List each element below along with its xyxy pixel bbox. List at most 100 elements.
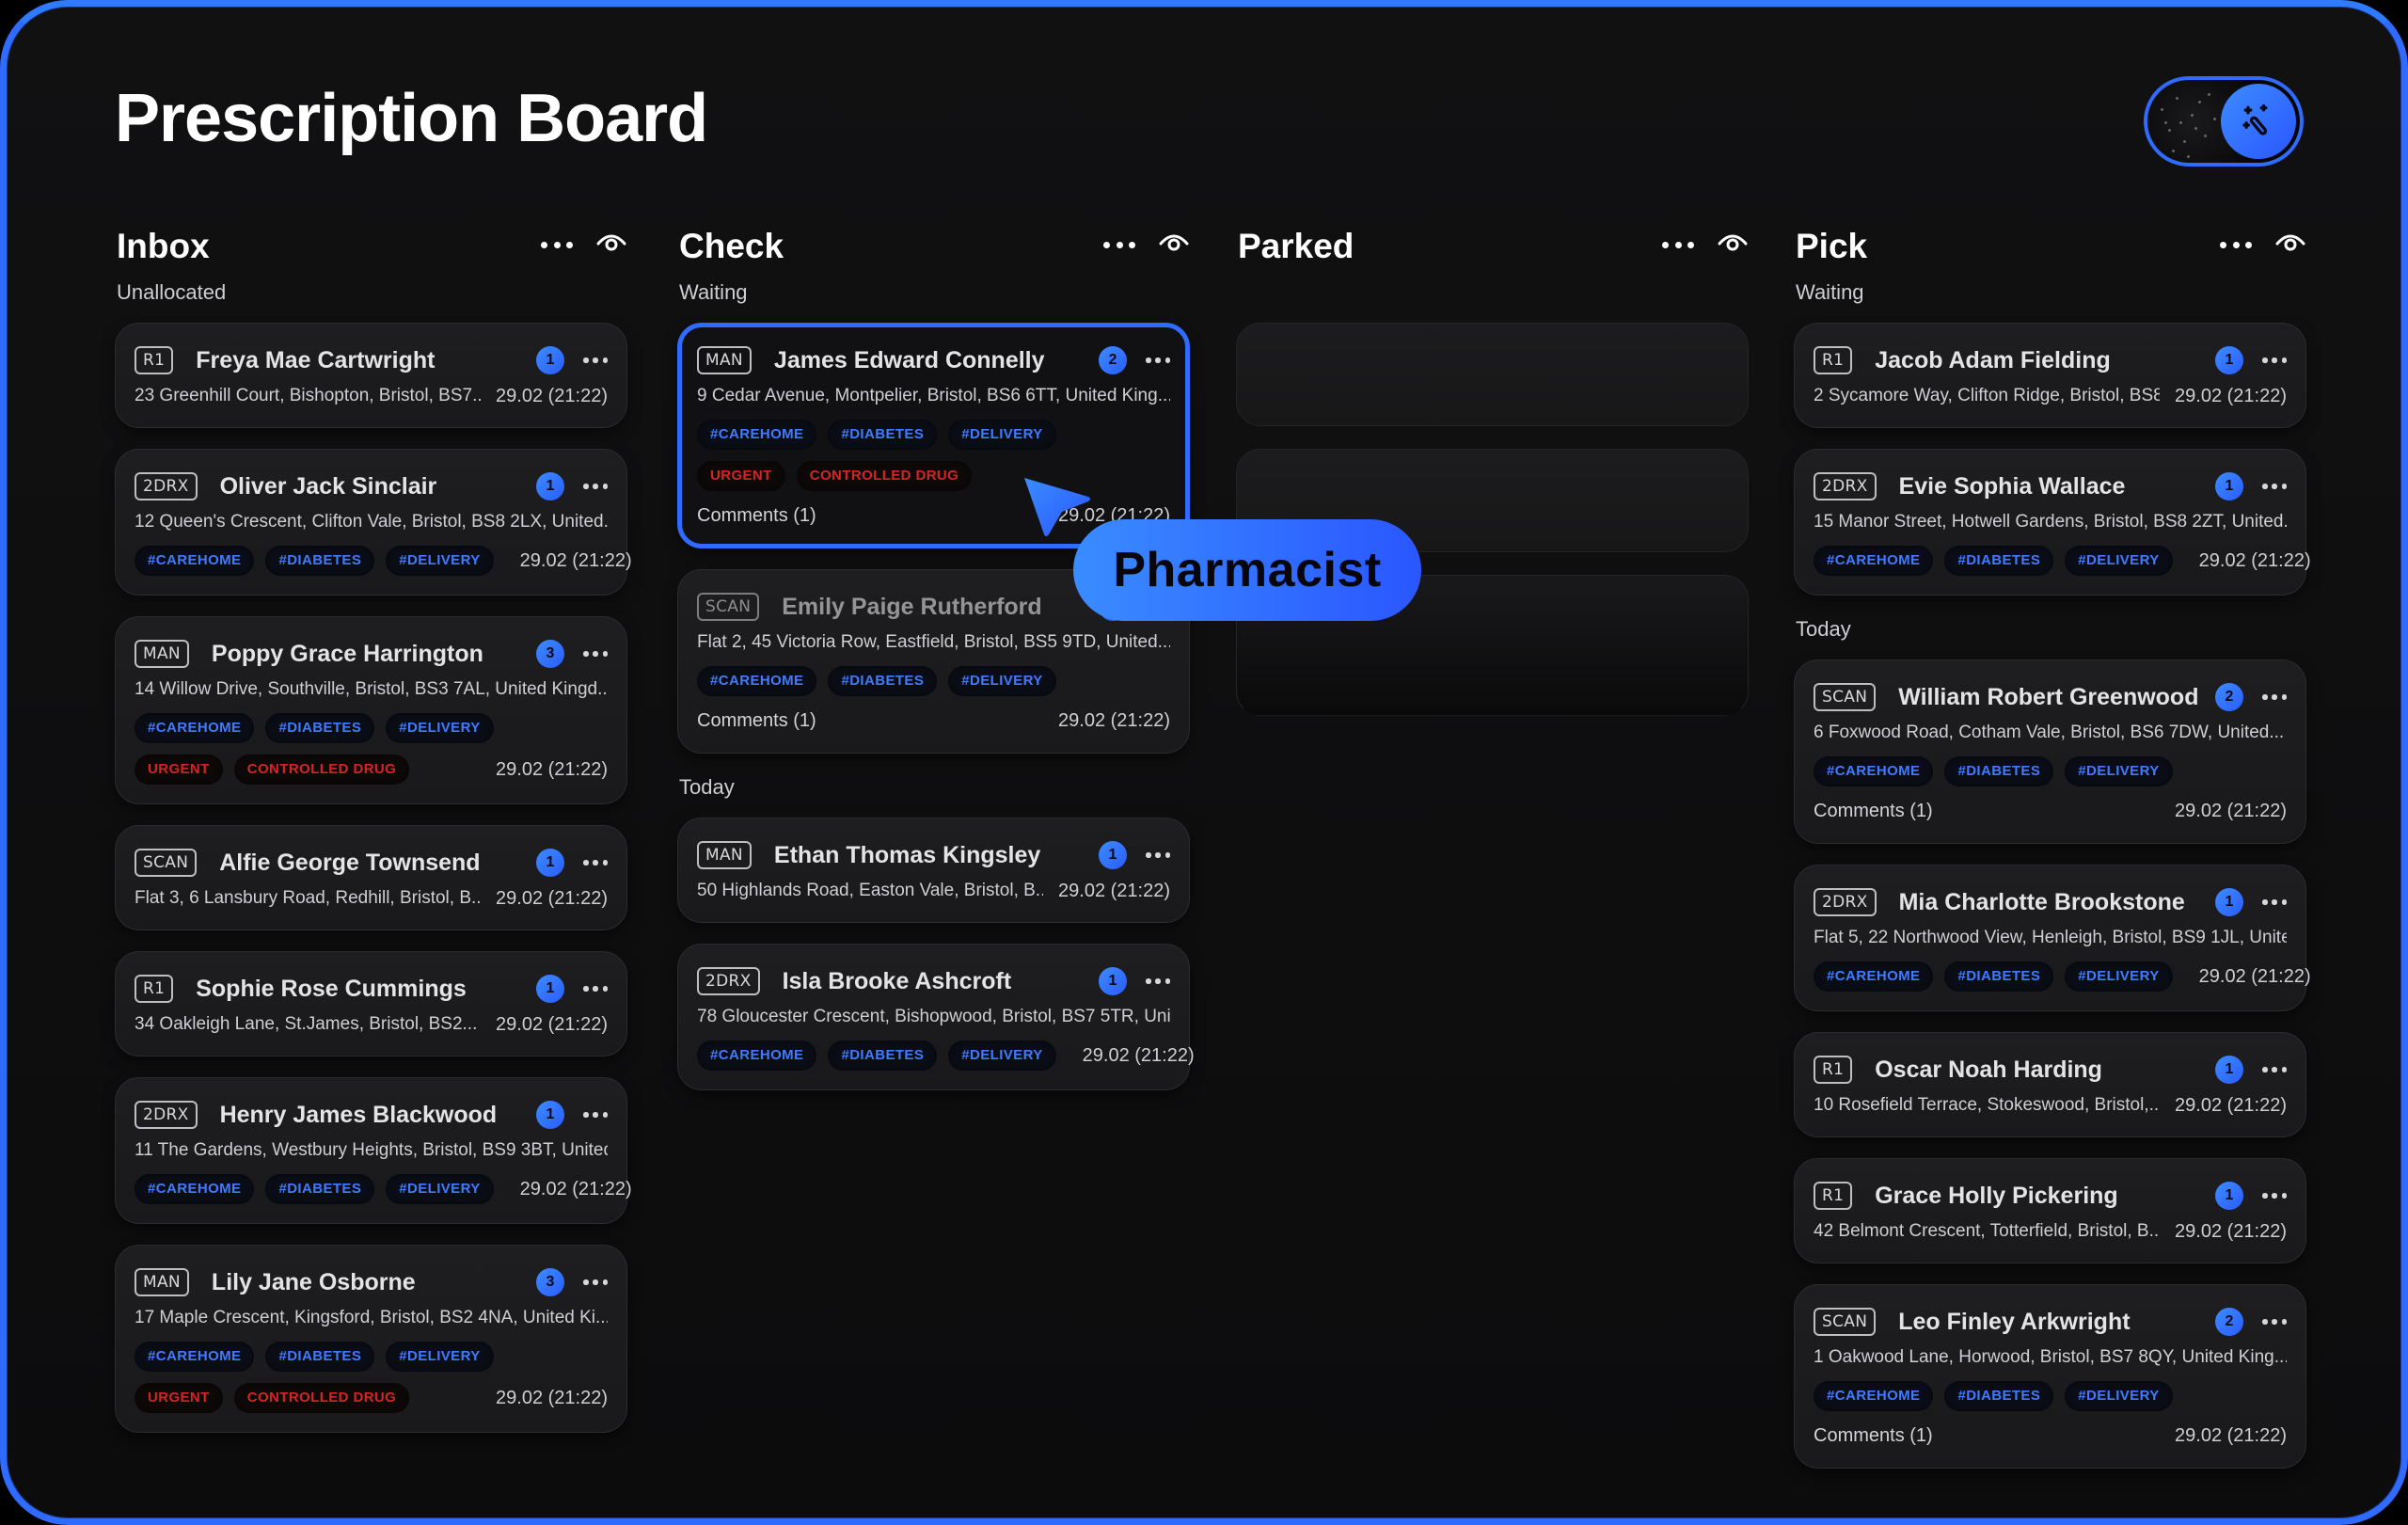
hashtag-chip[interactable]: #DIABETES [1944, 1381, 2054, 1411]
card-more-options-icon[interactable] [1146, 846, 1170, 865]
section-label: Waiting [679, 280, 748, 304]
hashtag-chip[interactable]: #DIABETES [265, 1342, 375, 1372]
eye-icon[interactable] [2274, 229, 2306, 257]
item-count-badge: 2 [2215, 1308, 2243, 1336]
hashtag-chip[interactable]: #DELIVERY [386, 546, 494, 576]
card-more-options-icon[interactable] [583, 1273, 608, 1292]
card-more-options-icon[interactable] [583, 351, 608, 370]
timestamp: 29.02 (21:22) [496, 887, 608, 909]
card-more-options-icon[interactable] [1146, 351, 1170, 370]
hashtag-chip[interactable]: #CAREHOME [1814, 756, 1934, 786]
prescription-type-badge: R1 [1814, 1056, 1853, 1084]
section-label: Waiting [1796, 280, 1864, 304]
empty-drop-slot[interactable] [1236, 323, 1749, 426]
prescription-card[interactable]: R1 Sophie Rose Cummings 1 34 Oakleigh Lane,… [115, 951, 627, 1056]
eye-icon[interactable] [595, 229, 627, 257]
hashtag-chip[interactable]: #CAREHOME [135, 713, 255, 743]
prescription-card[interactable]: MAN Lily Jane Osborne 3 17 Maple Crescent, … [115, 1245, 627, 1433]
hashtag-chip[interactable]: #DIABETES [1944, 546, 2054, 576]
card-more-options-icon[interactable] [1146, 972, 1170, 991]
eye-icon[interactable] [1717, 229, 1749, 257]
card-more-options-icon[interactable] [2262, 893, 2287, 912]
card-more-options-icon[interactable] [583, 477, 608, 496]
hashtag-chip[interactable]: #DIABETES [265, 546, 375, 576]
hashtag-chip[interactable]: #CAREHOME [135, 1342, 255, 1372]
hashtag-chip[interactable]: #DELIVERY [386, 1174, 494, 1204]
prescription-card[interactable]: 2DRX Isla Brooke Ashcroft 1 78 Gloucester C… [677, 944, 1195, 1090]
card-more-options-icon[interactable] [2262, 1186, 2287, 1205]
hashtag-chip[interactable]: #CAREHOME [697, 666, 817, 696]
card-more-options-icon[interactable] [2262, 351, 2287, 370]
column-more-options-icon[interactable] [2220, 232, 2252, 257]
hashtag-chip[interactable]: #DIABETES [1944, 961, 2054, 992]
card-more-options-icon[interactable] [583, 644, 608, 663]
prescription-type-badge: SCAN [135, 849, 198, 877]
prescription-card[interactable]: R1 Oscar Noah Harding 1 10 Rosefield Terrac… [1794, 1032, 2306, 1137]
hashtag-chip[interactable]: #DELIVERY [948, 420, 1056, 450]
eye-icon[interactable] [1158, 229, 1190, 257]
prescription-card[interactable]: MAN James Edward Connelly 2 9 Cedar Avenue,… [677, 323, 1190, 548]
hashtag-chip[interactable]: #CAREHOME [135, 546, 255, 576]
comments-link[interactable]: Comments (1) [697, 505, 816, 527]
card-more-options-icon[interactable] [583, 1105, 608, 1124]
hashtag-chip[interactable]: #CAREHOME [1814, 546, 1934, 576]
patient-name: Jacob Adam Fielding [1875, 346, 2111, 373]
comments-link[interactable]: Comments (1) [1814, 801, 1933, 822]
card-more-options-icon[interactable] [2262, 688, 2287, 707]
hashtag-chip[interactable]: #DELIVERY [948, 1040, 1056, 1071]
card-more-options-icon[interactable] [583, 853, 608, 872]
hashtag-chip[interactable]: #DIABETES [828, 420, 938, 450]
hashtag-chip[interactable]: #DIABETES [828, 1040, 938, 1071]
hashtag-chip[interactable]: #DIABETES [265, 1174, 375, 1204]
prescription-card[interactable]: 2DRX Mia Charlotte Brookstone 1 Flat 5, 22 … [1794, 865, 2311, 1011]
hashtag-chip[interactable]: #DELIVERY [2065, 546, 2173, 576]
prescription-card[interactable]: MAN Ethan Thomas Kingsley 1 50 Highlands Ro… [677, 818, 1190, 923]
patient-name: Alfie George Townsend [219, 849, 481, 876]
column-more-options-icon[interactable] [541, 232, 573, 257]
sparkle-dot [2204, 135, 2207, 137]
card-more-options-icon[interactable] [583, 979, 608, 998]
prescription-type-badge: MAN [697, 346, 752, 374]
prescription-card[interactable]: MAN Poppy Grace Harrington 3 14 Willow Driv… [115, 616, 627, 804]
alert-flag-chip: URGENT [135, 1383, 223, 1413]
timestamp: 29.02 (21:22) [1058, 709, 1170, 731]
column-more-options-icon[interactable] [1662, 232, 1694, 257]
hashtag-chip[interactable]: #DIABETES [265, 713, 375, 743]
hashtag-chip[interactable]: #DELIVERY [386, 713, 494, 743]
prescription-card[interactable]: 2DRX Oliver Jack Sinclair 1 12 Queen's Cres… [115, 449, 632, 596]
prescription-card[interactable]: R1 Jacob Adam Fielding 1 2 Sycamore Way, Cl… [1794, 323, 2306, 428]
ai-magic-toggle[interactable] [2144, 76, 2304, 167]
hashtag-chip[interactable]: #CAREHOME [135, 1174, 255, 1204]
card-header: R1 Jacob Adam Fielding 1 [1814, 344, 2287, 376]
hashtag-chip[interactable]: #CAREHOME [697, 420, 817, 450]
column-more-options-icon[interactable] [1103, 232, 1135, 257]
patient-name: Poppy Grace Harrington [211, 640, 483, 667]
hashtag-chip[interactable]: #DELIVERY [386, 1342, 494, 1372]
hashtag-chip[interactable]: #DELIVERY [2065, 961, 2173, 992]
hashtag-chip[interactable]: #CAREHOME [1814, 1381, 1934, 1411]
flag-list: URGENT CONTROLLED DRUG [697, 461, 1170, 491]
card-more-options-icon[interactable] [2262, 1312, 2287, 1331]
prescription-card[interactable]: R1 Freya Mae Cartwright 1 23 Greenhill Cour… [115, 323, 627, 428]
card-more-options-icon[interactable] [2262, 477, 2287, 496]
prescription-card[interactable]: R1 Grace Holly Pickering 1 42 Belmont Cresc… [1794, 1158, 2306, 1263]
hashtag-chip[interactable]: #DIABETES [1944, 756, 2054, 786]
prescription-card[interactable]: SCAN William Robert Greenwood 2 6 Foxwood R… [1794, 659, 2306, 844]
hashtag-chip[interactable]: #DIABETES [828, 666, 938, 696]
hashtag-chip[interactable]: #DELIVERY [2065, 756, 2173, 786]
prescription-type-badge: 2DRX [135, 472, 198, 500]
hashtag-chip[interactable]: #DELIVERY [2065, 1381, 2173, 1411]
prescription-card[interactable]: SCAN Leo Finley Arkwright 2 1 Oakwood Lane,… [1794, 1284, 2306, 1469]
address-row: 11 The Gardens, Westbury Heights, Bristo… [135, 1138, 608, 1163]
comments-link[interactable]: Comments (1) [697, 710, 816, 732]
hashtag-chip[interactable]: #CAREHOME [1814, 961, 1934, 992]
card-more-options-icon[interactable] [2262, 1060, 2287, 1079]
prescription-card[interactable]: 2DRX Henry James Blackwood 1 11 The Gardens… [115, 1077, 632, 1224]
comments-link[interactable]: Comments (1) [1814, 1425, 1933, 1447]
prescription-card[interactable]: SCAN Alfie George Townsend 1 Flat 3, 6 Lans… [115, 825, 627, 930]
prescription-card[interactable]: 2DRX Evie Sophia Wallace 1 15 Manor Street,… [1794, 449, 2311, 596]
hashtag-chip[interactable]: #DELIVERY [948, 666, 1056, 696]
address-row: 10 Rosefield Terrace, Stokeswood, Bristo… [1814, 1093, 2287, 1118]
hashtag-chip[interactable]: #CAREHOME [697, 1040, 817, 1071]
sparkle-dot [2187, 155, 2190, 158]
